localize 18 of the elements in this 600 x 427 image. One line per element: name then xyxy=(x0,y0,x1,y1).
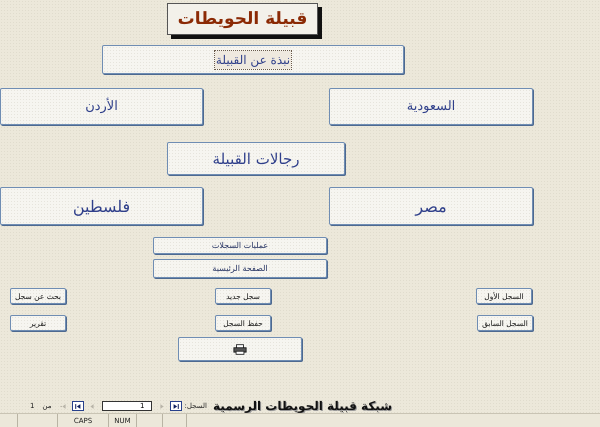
form-button[interactable]: رجالات القبيلة xyxy=(167,142,345,175)
form-button[interactable]: عمليات السجلات xyxy=(153,237,327,254)
form-button[interactable]: الأردن xyxy=(0,88,203,125)
skip-right-icon xyxy=(172,402,180,410)
last-record-button[interactable] xyxy=(72,401,84,411)
left-arrow-icon xyxy=(88,402,96,410)
right-arrow-icon xyxy=(158,402,166,410)
form-button[interactable]: فلسطين xyxy=(0,187,203,225)
print-button[interactable] xyxy=(178,337,302,361)
form-button[interactable]: مصر xyxy=(329,187,533,225)
new-record-icon xyxy=(60,402,68,410)
skip-left-icon xyxy=(74,402,82,410)
printer-icon xyxy=(233,344,247,354)
form-button[interactable]: الصفحة الرئيسية xyxy=(153,259,327,278)
form-button[interactable]: نبذة عن القبيلة xyxy=(102,45,404,74)
form-button[interactable]: السعودية xyxy=(329,88,533,125)
footer-title: شبكة قبيلة الحويطات الرسمية xyxy=(213,399,392,413)
first-record-button[interactable] xyxy=(170,401,182,411)
